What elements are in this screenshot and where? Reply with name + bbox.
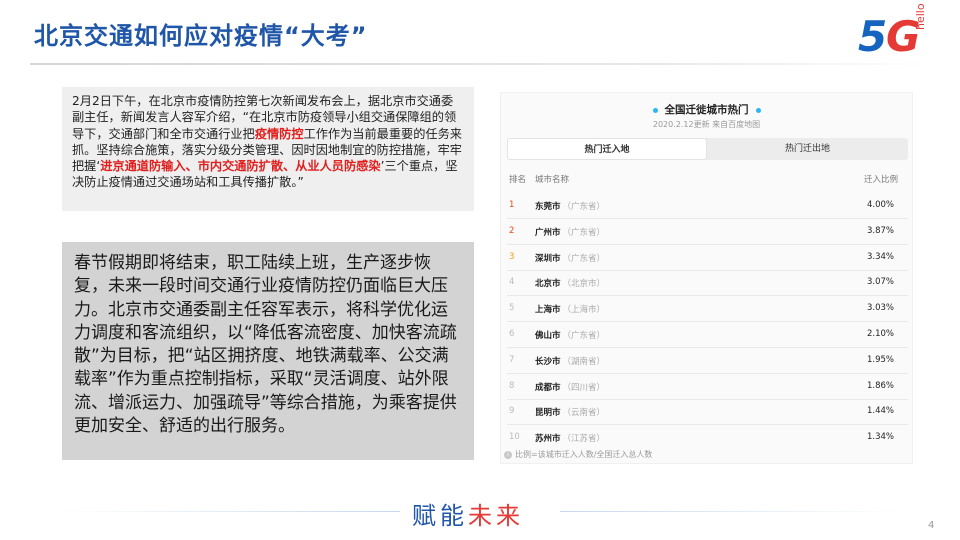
ratio-note: i 比例=该城市迁入人数/全国迁入总人数 (504, 449, 652, 460)
tab-bar: 热门迁入地 热门迁出地 (507, 138, 908, 160)
row-province: （上海市） (562, 305, 606, 316)
col-header-city: 城市名称 (535, 175, 570, 185)
footer-slogan-b: 未来 (468, 502, 524, 530)
row-city: 长沙市 （湖南省） (535, 355, 605, 367)
row-percent: 3.07% (866, 277, 894, 288)
row-percent: 3.87% (866, 225, 894, 236)
row-rank: 5 (509, 303, 515, 314)
row-city: 上海市 （上海市） (535, 303, 605, 315)
row-rank: 6 (509, 329, 515, 339)
row-rank: 9 (509, 406, 515, 417)
table-row[interactable]: 4 北京市 （北京市） 3.07% (507, 272, 908, 294)
row-city: 东莞市 （广东省） (535, 200, 605, 212)
row-divider (507, 243, 908, 245)
row-province: （江苏省） (562, 434, 606, 445)
table-row[interactable]: 9 昆明市 （云南省） 1.44% (507, 401, 908, 423)
row-city-name: 广州市 (535, 227, 561, 238)
row-rank: 1 (509, 200, 515, 210)
row-divider (507, 295, 908, 297)
row-province: （广东省） (562, 202, 606, 212)
ratio-note-text: 比例=该城市迁入人数/全国迁入总人数 (515, 450, 653, 459)
logo-5: 5 (858, 12, 888, 61)
row-city-name: 苏州市 (535, 434, 561, 445)
migration-ranking-panel: 全国迁徙城市热门 2020.2.12更新 来自百度地图 热门迁入地 热门迁出地 … (500, 92, 913, 464)
row-city: 深圳市 （广东省） (535, 252, 605, 264)
row-rank: 4 (509, 277, 515, 288)
page-title: 北京交通如何应对疫情“大考” (34, 22, 368, 50)
row-city: 成都市 （四川省） (535, 381, 605, 393)
panel-title-text: 全国迁徙城市热门 (664, 104, 749, 116)
row-city-name: 佛山市 (535, 331, 561, 341)
row-divider (507, 269, 908, 271)
row-percent: 3.03% (866, 303, 894, 314)
row-percent: 4.00% (866, 200, 894, 210)
row-divider (507, 372, 908, 374)
table-row[interactable]: 5 上海市 （上海市） 3.03% (507, 298, 908, 320)
row-percent: 1.34% (866, 432, 894, 443)
table-row[interactable]: 6 佛山市 （广东省） 2.10% (507, 324, 908, 346)
summary-text-box: 春节假期即将结束，职工陆续上班，生产逐步恢复，未来一段时间交通行业疫情防控仍面临… (62, 242, 474, 460)
row-percent: 1.44% (866, 406, 894, 417)
row-city-name: 北京市 (535, 279, 561, 290)
row-province: （北京市） (562, 279, 606, 290)
row-percent: 2.10% (866, 329, 894, 339)
row-rank: 2 (509, 225, 515, 236)
row-province: （广东省） (562, 331, 606, 341)
row-province: （四川省） (562, 382, 606, 393)
quote-highlight-1: 疫情防控 (254, 126, 304, 141)
logo-hello: hello (914, 3, 927, 30)
5g-hello-logo: 5 G hello (858, 3, 942, 72)
news-quote-box: 2月2日下午，在北京市疫情防控第七次新闻发布会上，据北京市交通委副主任，新闻发言… (62, 87, 474, 211)
row-province: （广东省） (562, 227, 606, 238)
col-header-pct: 迁入比例 (863, 175, 898, 185)
row-city: 昆明市 （云南省） (535, 406, 605, 418)
row-rank: 8 (509, 380, 515, 391)
row-province: （云南省） (562, 408, 606, 419)
row-city: 苏州市 （江苏省） (535, 432, 605, 444)
table-row[interactable]: 1 东莞市 （广东省） 4.00% (507, 195, 908, 217)
row-divider (507, 347, 908, 348)
table-row[interactable]: 3 深圳市 （广东省） 3.34% (507, 247, 908, 269)
col-header-rank: 排名 (509, 175, 527, 185)
dot-icon (755, 107, 761, 113)
quote-highlight-2: 进京通道防输入、市内交通防扩散、从业人员防感染 (100, 159, 381, 174)
row-divider (507, 218, 908, 219)
title-divider (30, 63, 930, 65)
row-city-name: 成都市 (535, 382, 561, 393)
row-city-name: 昆明市 (535, 408, 561, 419)
row-province: （广东省） (562, 253, 606, 264)
panel-title: 全国迁徙城市热门 (501, 102, 912, 117)
footer-divider-left (60, 511, 400, 512)
row-city-name: 东莞市 (535, 202, 561, 212)
footer-divider-right (560, 511, 900, 512)
panel-subtitle: 2020.2.12更新 来自百度地图 (652, 120, 761, 129)
row-rank: 3 (509, 251, 515, 262)
table-row[interactable]: 7 长沙市 （湖南省） 1.95% (507, 350, 908, 372)
info-icon: i (504, 450, 512, 459)
row-city: 广州市 （广东省） (535, 226, 605, 238)
row-percent: 1.86% (866, 380, 894, 391)
row-city-name: 上海市 (535, 305, 561, 316)
row-divider (507, 424, 908, 426)
row-province: （湖南省） (562, 356, 606, 367)
row-divider (507, 398, 908, 400)
row-city-name: 长沙市 (535, 356, 561, 367)
row-city-name: 深圳市 (535, 253, 561, 264)
table-row[interactable]: 8 成都市 （四川省） 1.86% (507, 376, 908, 398)
row-percent: 3.34% (866, 251, 894, 262)
dot-icon (652, 107, 658, 113)
tab-hot-outbound[interactable]: 热门迁出地 (707, 138, 908, 160)
row-rank: 7 (509, 354, 515, 365)
row-city: 佛山市 （广东省） (535, 329, 605, 341)
row-percent: 1.95% (866, 354, 894, 365)
tab-hot-inbound[interactable]: 热门迁入地 (507, 138, 707, 160)
table-row[interactable]: 10 苏州市 （江苏省） 1.34% (507, 427, 908, 449)
footer-slogan-a: 赋能 (412, 502, 468, 530)
table-row[interactable]: 2 广州市 （广东省） 3.87% (507, 221, 908, 243)
row-city: 北京市 （北京市） (535, 277, 605, 289)
page-number: 4 (928, 520, 935, 531)
row-divider (507, 321, 908, 323)
row-rank: 10 (509, 432, 520, 443)
footer-slogan: 赋能未来 (412, 496, 524, 531)
